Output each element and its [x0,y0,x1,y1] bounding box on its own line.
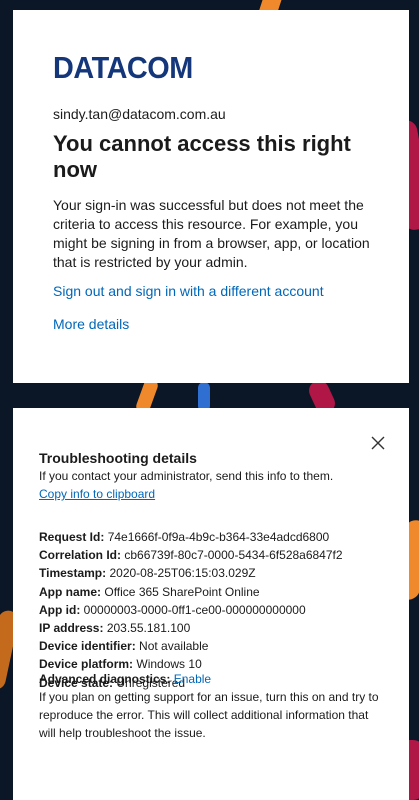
detail-key: App name: [39,584,102,599]
detail-value: 203.55.181.100 [106,620,191,635]
close-icon[interactable] [371,436,385,450]
detail-value: Not available [139,639,209,654]
more-details-link[interactable]: More details [53,316,129,332]
troubleshooting-subtitle: If you contact your administrator, send … [39,469,334,483]
detail-key: Request Id: [39,530,105,544]
detail-key: Timestamp: [39,566,107,581]
details-list: Request Id: 74e1666f-0f9a-4b9c-b364-33e4… [39,528,389,692]
sign-out-link[interactable]: Sign out and sign in with a different ac… [53,283,324,299]
detail-value: cb66739f-80c7-0000-5434-6f528a6847f2 [124,548,343,563]
detail-row: IP address: 203.55.181.100 [39,619,389,637]
detail-row: Device identifier: Not available [39,637,389,655]
advanced-diagnostics: Advanced diagnostics: Enable If you plan… [39,670,384,742]
detail-key: Device identifier: [39,639,136,654]
detail-value: 00000003-0000-0ff1-ce00-000000000000 [83,602,306,617]
troubleshooting-title: Troubleshooting details [39,450,197,466]
advanced-diagnostics-header: Advanced diagnostics: Enable [39,670,384,688]
access-denied-card: DATACOM sindy.tan@datacom.com.au You can… [13,10,409,383]
detail-value: 74e1666f-0f9a-4b9c-b364-33e4adcd6800 [107,530,330,544]
detail-row: App id: 00000003-0000-0ff1-ce00-00000000… [39,601,389,619]
detail-value: 2020-08-25T06:15:03.029Z [109,566,256,581]
troubleshooting-panel: Troubleshooting details If you contact y… [13,408,409,800]
detail-value: Office 365 SharePoint Online [104,584,260,599]
detail-row: Timestamp: 2020-08-25T06:15:03.029Z [39,564,389,582]
detail-row: Request Id: 74e1666f-0f9a-4b9c-b364-33e4… [39,528,389,546]
datacom-logo: DATACOM [53,50,193,85]
detail-key: App id: [39,602,81,617]
detail-key: Correlation Id: [39,548,122,563]
detail-row: Correlation Id: cb66739f-80c7-0000-5434-… [39,546,389,564]
copy-to-clipboard-link[interactable]: Copy info to clipboard [39,487,155,501]
detail-key: IP address: [39,620,104,635]
error-description: Your sign-in was successful but does not… [53,197,370,270]
advanced-diagnostics-text: If you plan on getting support for an is… [39,690,379,740]
account-email: sindy.tan@datacom.com.au [53,106,226,122]
advanced-diagnostics-label: Advanced diagnostics: [39,672,171,686]
page-title: You cannot access this right now [53,131,351,182]
detail-row: App name: Office 365 SharePoint Online [39,583,389,601]
enable-diagnostics-link[interactable]: Enable [174,672,211,686]
